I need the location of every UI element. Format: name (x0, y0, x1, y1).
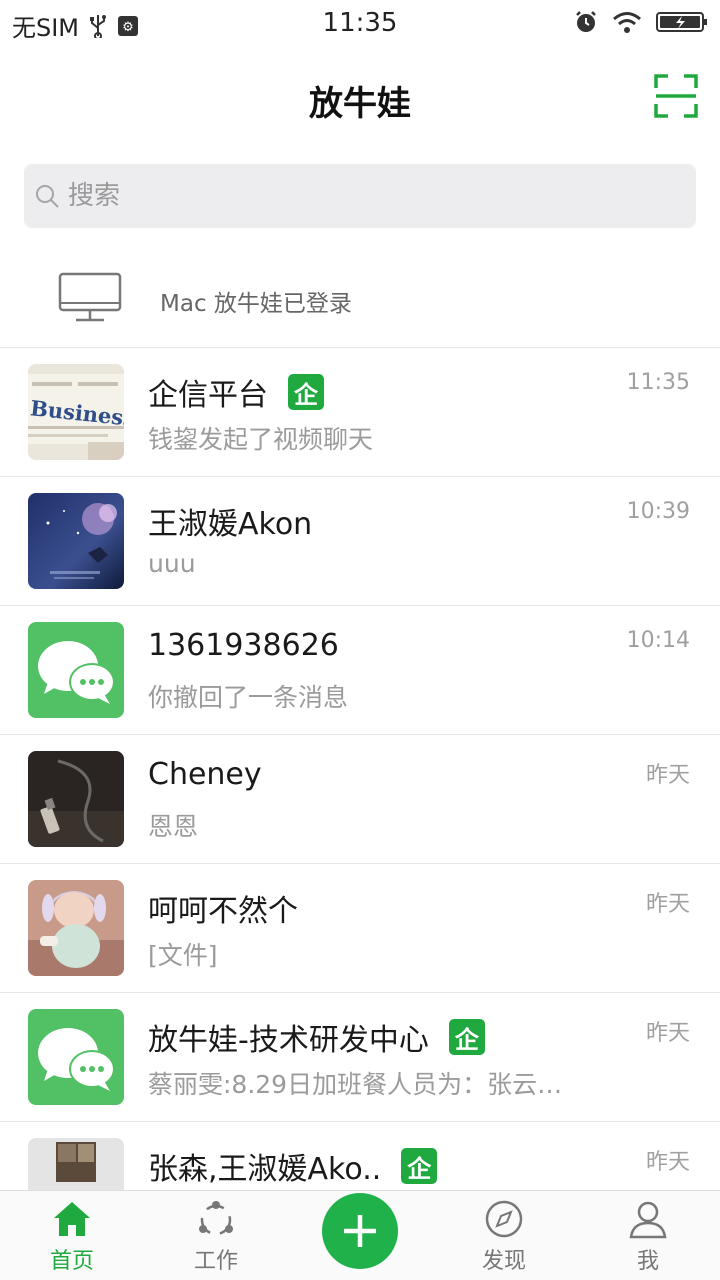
battery-icon (656, 12, 707, 32)
chat-item[interactable]: Cheney 恩恩 昨天 (0, 735, 720, 864)
chat-item[interactable]: 张森,王淑媛Ako.. 企 昨天 (0, 1122, 720, 1190)
chat-preview: uuu (148, 549, 196, 578)
chat-preview: 蔡丽雯:8.29日加班餐人员为：张云… (148, 1070, 563, 1099)
avatar (28, 493, 124, 589)
home-icon (54, 1202, 90, 1236)
chat-preview: 钱鋆发起了视频聊天 (148, 425, 374, 454)
status-bar: 无SIM ⚙ 11:35 (0, 0, 720, 50)
work-icon (199, 1201, 233, 1236)
enterprise-badge: 企 (401, 1148, 438, 1184)
avatar (28, 1009, 124, 1105)
chat-time: 昨天 (645, 892, 690, 917)
avatar (28, 880, 124, 976)
chat-name: 张森,王淑媛Ako.. (148, 1152, 382, 1187)
chat-name-row: 张森,王淑媛Ako.. 企 (148, 1144, 438, 1188)
search-icon (36, 185, 59, 208)
wifi-icon (613, 12, 641, 33)
scan-icon (654, 74, 698, 118)
login-notice-text: Mac 放牛娃已登录 (160, 291, 352, 317)
desktop-login-banner[interactable]: Mac 放牛娃已登录 (0, 248, 720, 348)
chat-name-row: 放牛娃-技术研发中心 企 (148, 1015, 485, 1059)
chat-name: 放牛娃-技术研发中心 (148, 1023, 429, 1058)
tab-label: 我 (636, 1249, 659, 1274)
app-header: 放牛娃 (0, 50, 720, 146)
chat-name-row: 呵呵不然个 (148, 886, 298, 930)
avatar (28, 622, 124, 718)
chat-item[interactable]: 放牛娃-技术研发中心 企 蔡丽雯:8.29日加班餐人员为：张云… 昨天 (0, 993, 720, 1122)
wechat-icon (38, 641, 115, 704)
monitor-icon (58, 272, 122, 322)
chat-time: 昨天 (645, 1150, 690, 1175)
chat-name: 王淑媛Akon (148, 507, 313, 542)
avatar: Business (28, 364, 124, 460)
tab-discover[interactable]: 发现 (444, 1191, 564, 1280)
chat-item[interactable]: 1361938626 你撤回了一条消息 10:14 (0, 606, 720, 735)
tab-me[interactable]: 我 (588, 1191, 708, 1280)
chat-preview: [文件] (148, 941, 218, 970)
alarm-icon (576, 11, 596, 32)
person-icon (629, 1201, 667, 1239)
chat-name: 1361938626 (148, 628, 339, 663)
chat-list: Business 企信平台 企 钱鋆发起了视频聊天 11:35 王淑媛Akon … (0, 348, 720, 1190)
compass-icon (485, 1200, 523, 1238)
search-bar[interactable] (24, 164, 696, 228)
chat-name-row: Cheney (148, 757, 262, 792)
page-title: 放牛娃 (309, 84, 411, 124)
chat-preview: 你撤回了一条消息 (148, 683, 349, 712)
chat-item[interactable]: 王淑媛Akon uuu 10:39 (0, 477, 720, 606)
wechat-icon (38, 1028, 115, 1091)
chat-name-row: 企信平台 企 (148, 370, 324, 414)
chat-time: 10:39 (626, 499, 690, 524)
add-button[interactable] (322, 1193, 398, 1269)
chat-name: 企信平台 (148, 378, 268, 413)
plus-icon (344, 1215, 376, 1247)
tab-work[interactable]: 工作 (156, 1191, 276, 1280)
tab-label: 首页 (49, 1249, 94, 1274)
chat-time: 昨天 (645, 763, 690, 788)
tab-label: 发现 (481, 1249, 526, 1274)
tab-home[interactable]: 首页 (12, 1191, 132, 1280)
avatar (28, 751, 124, 847)
chat-name: Cheney (148, 757, 262, 792)
tab-label: 工作 (193, 1249, 238, 1274)
chat-item[interactable]: Business 企信平台 企 钱鋆发起了视频聊天 11:35 (0, 348, 720, 477)
scan-button[interactable] (654, 74, 698, 118)
chat-time: 11:35 (626, 370, 690, 395)
status-right (574, 10, 708, 34)
chat-name: 呵呵不然个 (148, 894, 298, 929)
search-input[interactable] (68, 181, 668, 211)
chat-time: 10:14 (626, 628, 690, 653)
chat-item[interactable]: 呵呵不然个 [文件] 昨天 (0, 864, 720, 993)
chat-name-row: 1361938626 (148, 628, 339, 663)
chat-preview: 恩恩 (148, 812, 199, 841)
chat-time: 昨天 (645, 1021, 690, 1046)
enterprise-badge: 企 (288, 374, 324, 410)
enterprise-badge: 企 (448, 1019, 485, 1055)
chat-name-row: 王淑媛Akon (148, 499, 312, 543)
avatar (28, 1138, 124, 1190)
